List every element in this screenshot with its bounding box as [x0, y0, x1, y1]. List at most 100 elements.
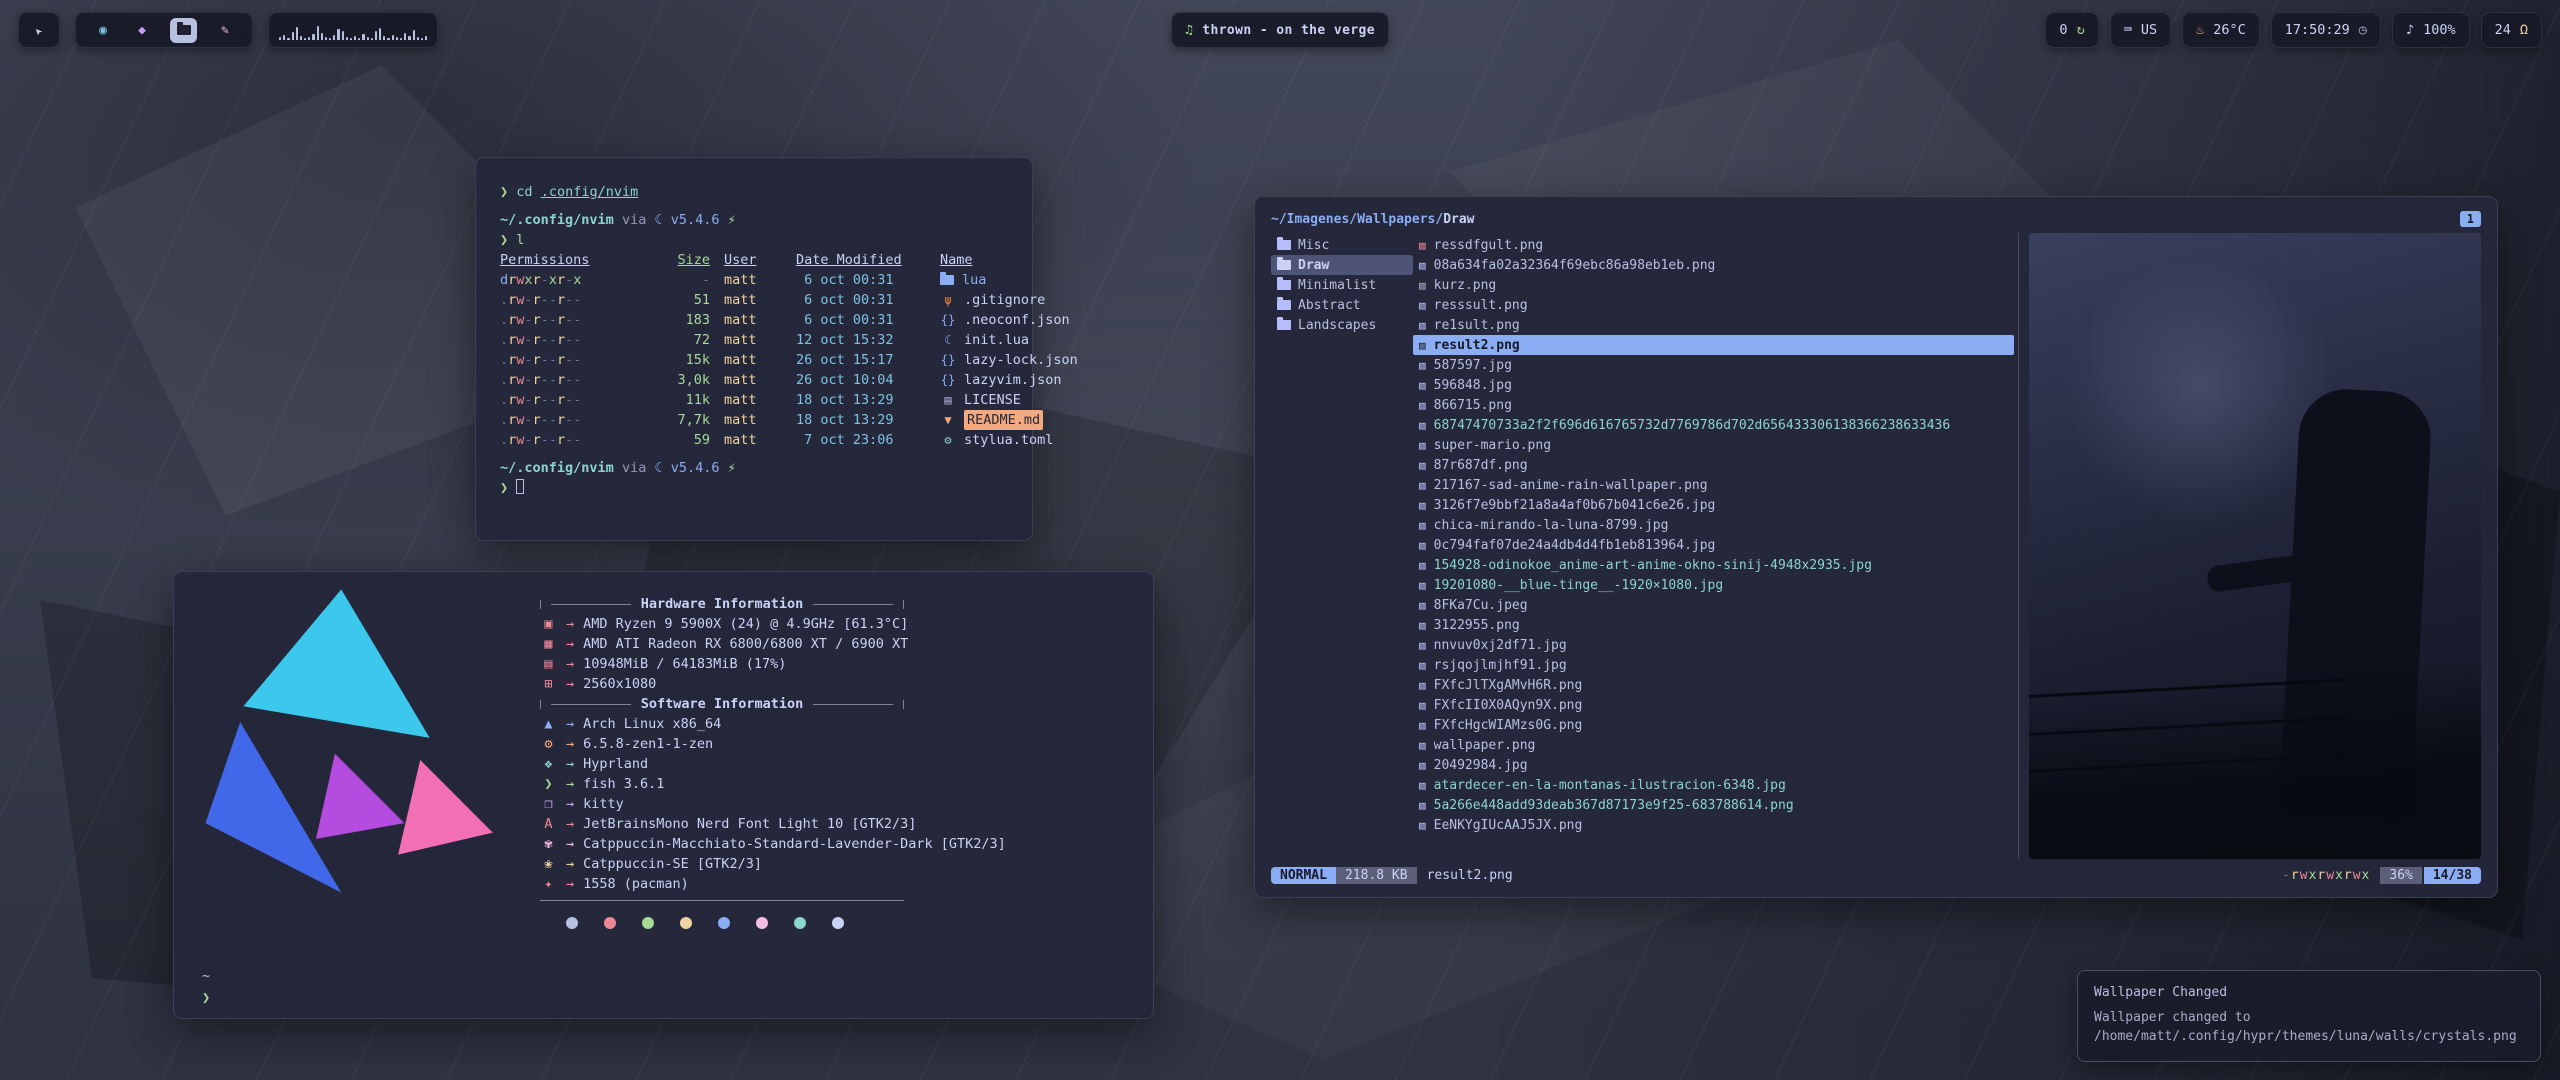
shell-prompt-line[interactable]: ❯: [202, 988, 210, 1008]
license-icon: ▤: [940, 390, 956, 410]
temperature-module[interactable]: ♨26°C: [2182, 12, 2260, 48]
cwd: ~/.config/nvim: [500, 460, 614, 476]
file-name: 866715.png: [1434, 398, 1512, 413]
file-name: kurz.png: [1434, 278, 1497, 293]
file-item[interactable]: ▨587597.jpg: [1413, 355, 2014, 375]
notifications-module[interactable]: 24Ω: [2481, 12, 2542, 48]
fetch-value: Arch Linux x86_64: [583, 714, 721, 734]
file-item[interactable]: ▨chica-mirando-la-luna-8799.jpg: [1413, 515, 2014, 535]
clock-icon: ◷: [2359, 22, 2367, 38]
keyboard-layout-module[interactable]: ⌨US: [2110, 12, 2171, 48]
fetch-value: kitty: [583, 794, 624, 814]
launcher-button[interactable]: ➤: [18, 12, 60, 48]
visualizer-bar: [358, 38, 360, 40]
file-item[interactable]: ▨resssult.png: [1413, 295, 2014, 315]
fetch-line-gpu: ▦→AMD ATI Radeon RX 6800/6800 XT / 6900 …: [540, 634, 1140, 654]
sidebar-item-abstract[interactable]: Abstract: [1271, 295, 1413, 315]
file-item[interactable]: ▨FXfcII0X0AQyn9X.png: [1413, 695, 2014, 715]
sidebar-item-draw[interactable]: Draw: [1271, 255, 1413, 275]
shell-prompt-line[interactable]: ❯: [500, 478, 1008, 498]
visualizer-bar: [367, 37, 369, 40]
file-item[interactable]: ▨866715.png: [1413, 395, 2014, 415]
tab-badge[interactable]: 1: [2460, 211, 2481, 227]
cwd: ~/.config/nvim: [500, 212, 614, 228]
visualizer-bar: [337, 29, 339, 40]
cwd: ~: [202, 966, 210, 986]
clock-module[interactable]: 17:50:29◷: [2271, 12, 2381, 48]
file-item[interactable]: ▨8FKa7Cu.jpeg: [1413, 595, 2014, 615]
arrow-icon: →: [566, 774, 574, 794]
mode-indicator: NORMAL: [1271, 867, 1336, 884]
status-bar: NORMAL 218.8 KB result2.png -rwxrwxrwx 3…: [1271, 863, 2481, 887]
audio-visualizer[interactable]: [268, 12, 438, 48]
music-widget[interactable]: ♫ thrown - on the verge: [1171, 12, 1389, 48]
ls-row: .rw-r--r--183matt 6 oct 00:31{}.neoconf.…: [500, 310, 1008, 330]
image-file-icon: ▨: [1419, 519, 1426, 532]
file-name: 3122955.png: [1434, 618, 1520, 633]
ls-row: .rw-r--r--7,7kmatt18 oct 13:29▼README.md: [500, 410, 1008, 430]
workspace-web[interactable]: ◉: [92, 18, 114, 43]
file-item[interactable]: ▨217167-sad-anime-rain-wallpaper.png: [1413, 475, 2014, 495]
file-item[interactable]: ▨re1sult.png: [1413, 315, 2014, 335]
keyboard-layout: US: [2141, 22, 2157, 38]
file-item[interactable]: ▨FXfcHgcWIAMzs0G.png: [1413, 715, 2014, 735]
file-item[interactable]: ▨atardecer-en-la-montanas-ilustracion-63…: [1413, 775, 2014, 795]
workspace-files[interactable]: [170, 18, 197, 43]
arrow-icon: →: [566, 814, 574, 834]
terminal-window-fetch: Hardware Information ▣→AMD Ryzen 9 5900X…: [173, 571, 1154, 1019]
visualizer-bar: [283, 35, 285, 40]
volume-value: 100%: [2423, 22, 2456, 38]
file-item[interactable]: ▨19201080-__blue-tinge__-1920×1080.jpg: [1413, 575, 2014, 595]
command: cd: [516, 184, 532, 200]
updates-count: 0: [2059, 22, 2067, 38]
workspace-paint[interactable]: ✎: [214, 18, 236, 43]
file-item[interactable]: ▨154928-odinokoe_anime-art-anime-okno-si…: [1413, 555, 2014, 575]
file-size: 218.8 KB: [1336, 867, 1417, 884]
volume-module[interactable]: ♪100%: [2392, 12, 2470, 48]
file-item[interactable]: ▨596848.jpg: [1413, 375, 2014, 395]
permission-string: .rw-r--r--: [500, 292, 581, 308]
file-item[interactable]: ▨rsjqojlmjhf91.jpg: [1413, 655, 2014, 675]
fetch-value: AMD ATI Radeon RX 6800/6800 XT / 6900 XT: [583, 634, 908, 654]
updates-module[interactable]: 0↻: [2045, 12, 2098, 48]
file-name: result2.png: [1434, 338, 1520, 353]
file-item[interactable]: ▨ressdfgult.png: [1413, 235, 2014, 255]
file-item[interactable]: ▨FXfcJlTXgAMvH6R.png: [1413, 675, 2014, 695]
fetch-line-packages: ✦→1558 (pacman): [540, 874, 1140, 894]
ls-row: drwxr-xr-x-matt 6 oct 00:31lua: [500, 270, 1008, 290]
sidebar-item-minimalist[interactable]: Minimalist: [1271, 275, 1413, 295]
palette-dot: [718, 917, 730, 929]
file-item[interactable]: ▨nnvuv0xj2df71.jpg: [1413, 635, 2014, 655]
sidebar-item-landscapes[interactable]: Landscapes: [1271, 315, 1413, 335]
file-item[interactable]: ▨08a634fa02a32364f69ebc86a98eb1eb.png: [1413, 255, 2014, 275]
folder-icon: [940, 275, 954, 285]
file-item[interactable]: ▨3122955.png: [1413, 615, 2014, 635]
arrow-icon: →: [566, 874, 574, 894]
topbar-right-group: 0↻ ⌨US ♨26°C 17:50:29◷ ♪100% 24Ω: [2045, 12, 2542, 48]
file-name: atardecer-en-la-montanas-ilustracion-634…: [1434, 778, 1786, 793]
file-item[interactable]: ▨87r687df.png: [1413, 455, 2014, 475]
file-item[interactable]: ▨super-mario.png: [1413, 435, 2014, 455]
file-item[interactable]: ▨5a266e448add93deab367d87173e9f25-683788…: [1413, 795, 2014, 815]
font-icon: A: [540, 814, 557, 834]
file-item[interactable]: ▨3126f7e9bbf21a8a4af0b67b041c6e26.jpg: [1413, 495, 2014, 515]
image-file-icon: ▨: [1419, 459, 1426, 472]
file-item[interactable]: ▨EeNKYgIUcAAJ5JX.png: [1413, 815, 2014, 835]
file-item[interactable]: ▨68747470733a2f2f696d616765732d7769786d7…: [1413, 415, 2014, 435]
fetch-line-memory: ▤→10948MiB / 64183MiB (17%): [540, 654, 1140, 674]
file-item[interactable]: ▨wallpaper.png: [1413, 735, 2014, 755]
temperature-value: 26°C: [2213, 22, 2246, 38]
workspace-chat[interactable]: ◆: [131, 18, 153, 43]
arrow-icon: →: [566, 854, 574, 874]
file-item[interactable]: ▨0c794faf07de24a4db4d4fb1eb813964.jpg: [1413, 535, 2014, 555]
distro-crystal-logo: [196, 582, 496, 900]
file-item[interactable]: ▨20492984.jpg: [1413, 755, 2014, 775]
visualizer-bar: [421, 38, 423, 40]
file-item[interactable]: ▨kurz.png: [1413, 275, 2014, 295]
music-title: thrown - on the verge: [1202, 23, 1375, 38]
palette-dot: [680, 917, 692, 929]
notification-popup[interactable]: Wallpaper Changed Wallpaper changed to /…: [2077, 970, 2541, 1062]
file-item[interactable]: ▨result2.png: [1413, 335, 2014, 355]
file-name: wallpaper.png: [1434, 738, 1536, 753]
sidebar-item-misc[interactable]: Misc: [1271, 235, 1413, 255]
